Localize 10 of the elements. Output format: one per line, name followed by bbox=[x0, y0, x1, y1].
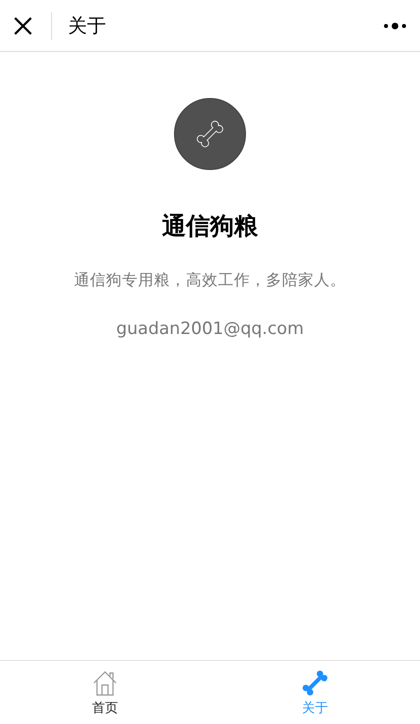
tab-bar-item[interactable]: 首页 bbox=[0, 661, 210, 724]
close-button[interactable] bbox=[12, 14, 34, 36]
contact-email: guadan2001@qq.com bbox=[116, 319, 304, 339]
app-description: 通信狗专用粮，高效工作，多陪家人。 bbox=[74, 270, 346, 291]
bone-logo bbox=[174, 98, 246, 170]
house-icon bbox=[91, 669, 119, 697]
app-name: 通信狗粮 bbox=[162, 211, 258, 242]
bone-icon bbox=[301, 669, 329, 697]
more-button[interactable] bbox=[382, 20, 408, 30]
page-title: 关于 bbox=[68, 14, 106, 38]
